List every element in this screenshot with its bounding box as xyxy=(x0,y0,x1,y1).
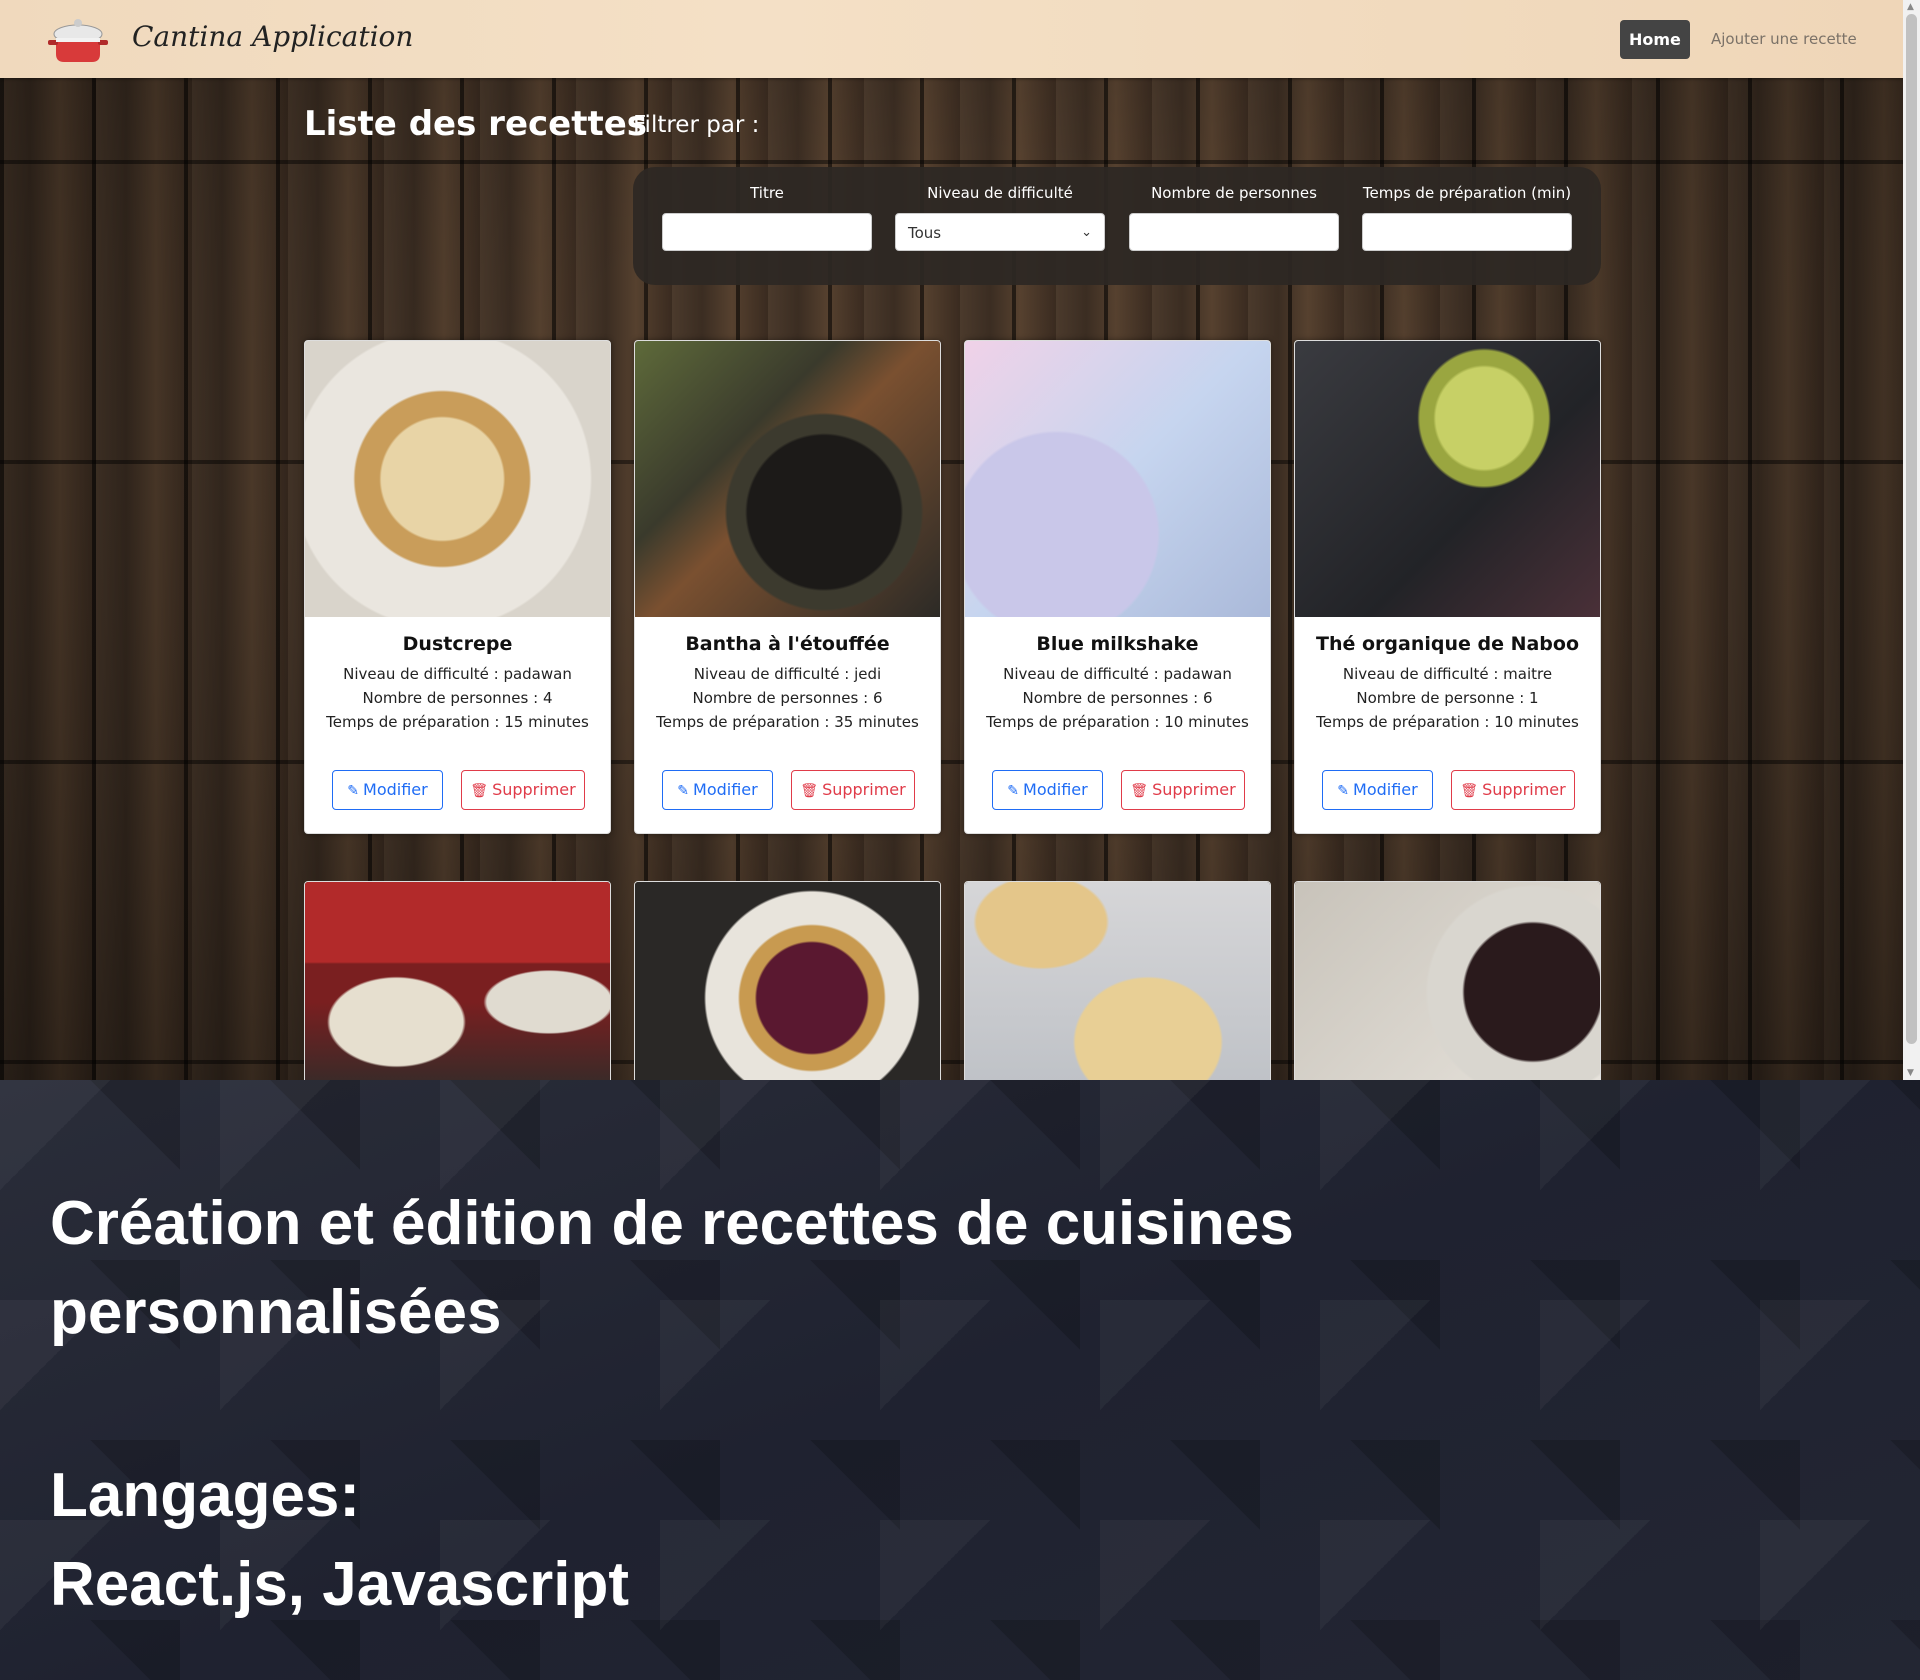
recipe-card xyxy=(964,881,1271,1080)
recipe-title: Blue milkshake xyxy=(1036,633,1199,655)
recipe-image xyxy=(635,882,940,1080)
scroll-down-icon[interactable]: ▼ xyxy=(1907,1068,1914,1078)
vertical-scrollbar[interactable]: ▲ ▼ xyxy=(1903,0,1920,1080)
promo-line-1: Création et édition de recettes de cuisi… xyxy=(50,1189,1294,1258)
recipe-image xyxy=(965,341,1270,617)
recipe-image xyxy=(1295,341,1600,617)
edit-button[interactable]: ✎ Modifier xyxy=(332,770,443,810)
recipe-difficulty: Niveau de difficulté : padawan xyxy=(343,665,572,683)
delete-button[interactable]: 🗑 Supprimer xyxy=(1451,770,1575,810)
brand-title[interactable]: Cantina Application xyxy=(132,20,413,53)
page-title: Liste des recettes xyxy=(304,104,648,144)
delete-button[interactable]: 🗑 Supprimer xyxy=(791,770,915,810)
recipe-image xyxy=(965,882,1270,1080)
filter-title-label: Titre xyxy=(750,184,784,202)
recipe-card xyxy=(1294,881,1601,1080)
pencil-icon: ✎ xyxy=(677,783,690,799)
recipe-difficulty: Niveau de difficulté : maitre xyxy=(1342,665,1553,683)
edit-label: Modifier xyxy=(363,780,428,799)
filter-title-input[interactable] xyxy=(662,213,872,251)
recipe-persons: Nombre de personnes : 6 xyxy=(692,689,883,707)
filter-persons-input[interactable] xyxy=(1129,213,1339,251)
delete-label: Supprimer xyxy=(822,780,906,799)
delete-button[interactable]: 🗑 Supprimer xyxy=(461,770,585,810)
trash-icon: 🗑 xyxy=(800,783,819,799)
edit-label: Modifier xyxy=(1353,780,1418,799)
filter-time-label: Temps de préparation (min) xyxy=(1362,184,1572,202)
edit-button[interactable]: ✎ Modifier xyxy=(1322,770,1433,810)
delete-button[interactable]: 🗑 Supprimer xyxy=(1121,770,1245,810)
filter-difficulty-label: Niveau de difficulté xyxy=(927,184,1073,202)
navbar: Cantina Application Home Ajouter une rec… xyxy=(0,0,1903,78)
filter-difficulty-value: Tous xyxy=(908,224,942,242)
pencil-icon: ✎ xyxy=(347,783,360,799)
delete-label: Supprimer xyxy=(492,780,576,799)
filter-difficulty-group: Niveau de difficulté Tous ⌄ xyxy=(895,184,1105,251)
pencil-icon: ✎ xyxy=(1007,783,1020,799)
edit-label: Modifier xyxy=(1023,780,1088,799)
recipe-persons: Nombre de personnes : 4 xyxy=(362,689,553,707)
delete-label: Supprimer xyxy=(1482,780,1566,799)
filter-title-group: Titre xyxy=(662,184,872,251)
recipe-time: Temps de préparation : 10 minutes xyxy=(986,713,1249,731)
app-screenshot: Cantina Application Home Ajouter une rec… xyxy=(0,0,1920,1080)
trash-icon: 🗑 xyxy=(1460,783,1479,799)
cooking-pot-icon xyxy=(48,19,108,62)
filter-difficulty-select[interactable]: Tous ⌄ xyxy=(895,213,1105,251)
recipe-card: Dustcrepe Niveau de difficulté : padawan… xyxy=(304,340,611,834)
edit-button[interactable]: ✎ Modifier xyxy=(662,770,773,810)
recipe-time: Temps de préparation : 15 minutes xyxy=(326,713,589,731)
delete-label: Supprimer xyxy=(1152,780,1236,799)
recipe-title: Dustcrepe xyxy=(402,633,513,655)
promo-banner: Création et édition de recettes de cuisi… xyxy=(0,1080,1920,1680)
filter-time-input[interactable] xyxy=(1362,213,1572,251)
recipe-card xyxy=(304,881,611,1080)
promo-line-2: personnalisées xyxy=(50,1278,502,1347)
scroll-thumb[interactable] xyxy=(1906,14,1917,1044)
trash-icon: 🗑 xyxy=(1130,783,1149,799)
recipe-image xyxy=(305,882,610,1080)
filter-persons-group: Nombre de personnes xyxy=(1129,184,1339,251)
recipe-time: Temps de préparation : 10 minutes xyxy=(1316,713,1579,731)
recipe-card: Bantha à l'étouffée Niveau de difficulté… xyxy=(634,340,941,834)
nav-add-recipe-link[interactable]: Ajouter une recette xyxy=(1702,20,1866,59)
filter-persons-label: Nombre de personnes xyxy=(1151,184,1317,202)
recipe-image xyxy=(305,341,610,617)
recipe-difficulty: Niveau de difficulté : jedi xyxy=(693,665,882,683)
chevron-down-icon: ⌄ xyxy=(1081,225,1092,240)
recipe-card: Thé organique de Naboo Niveau de difficu… xyxy=(1294,340,1601,834)
edit-button[interactable]: ✎ Modifier xyxy=(992,770,1103,810)
recipe-persons: Nombre de personnes : 6 xyxy=(1022,689,1213,707)
recipe-image xyxy=(1295,882,1600,1080)
promo-line-3: Langages: xyxy=(50,1461,361,1530)
filter-panel: Titre Niveau de difficulté Tous ⌄ Nombre… xyxy=(633,167,1601,285)
recipe-time: Temps de préparation : 35 minutes xyxy=(656,713,919,731)
promo-line-4: React.js, Javascript xyxy=(50,1550,630,1619)
recipe-image xyxy=(635,341,940,617)
filter-title: Filtrer par : xyxy=(633,112,760,138)
recipe-persons: Nombre de personne : 1 xyxy=(1356,689,1539,707)
recipe-card: Blue milkshake Niveau de difficulté : pa… xyxy=(964,340,1271,834)
recipe-title: Thé organique de Naboo xyxy=(1315,633,1580,655)
recipe-difficulty: Niveau de difficulté : padawan xyxy=(1003,665,1232,683)
recipe-title: Bantha à l'étouffée xyxy=(685,633,890,655)
scroll-up-icon[interactable]: ▲ xyxy=(1907,2,1914,12)
pencil-icon: ✎ xyxy=(1337,783,1350,799)
nav-home-link[interactable]: Home xyxy=(1620,20,1690,59)
filter-time-group: Temps de préparation (min) xyxy=(1362,184,1572,251)
recipe-card xyxy=(634,881,941,1080)
trash-icon: 🗑 xyxy=(470,783,489,799)
edit-label: Modifier xyxy=(693,780,758,799)
